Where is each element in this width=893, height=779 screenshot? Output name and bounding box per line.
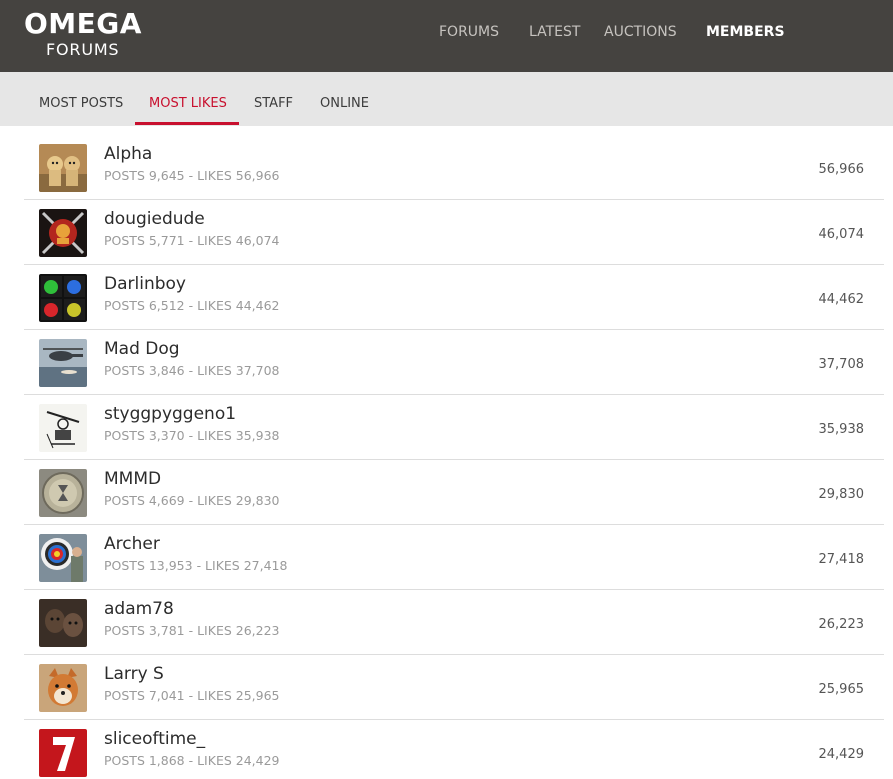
tab-online[interactable]: ONLINE bbox=[320, 95, 369, 113]
member-likes-count: 27,418 bbox=[818, 552, 865, 567]
member-row[interactable]: styggpyggeno1 POSTS 3,370 - LIKES 35,938… bbox=[24, 395, 884, 460]
members-tab-bar: MOST POSTS MOST LIKES STAFF ONLINE bbox=[0, 72, 893, 126]
member-name[interactable]: Archer bbox=[104, 533, 160, 555]
tab-most-likes[interactable]: MOST LIKES bbox=[149, 95, 227, 113]
member-stats: POSTS 3,370 - LIKES 35,938 bbox=[104, 428, 280, 443]
member-name[interactable]: sliceoftime_ bbox=[104, 728, 205, 750]
member-stats: POSTS 13,953 - LIKES 27,418 bbox=[104, 558, 288, 573]
member-stats: POSTS 5,771 - LIKES 46,074 bbox=[104, 233, 280, 248]
member-likes-count: 35,938 bbox=[818, 422, 865, 437]
member-stats: POSTS 9,645 - LIKES 56,966 bbox=[104, 168, 280, 183]
red-seven-avatar[interactable] bbox=[39, 729, 87, 777]
member-likes-count: 46,074 bbox=[818, 227, 865, 242]
member-likes-count: 56,966 bbox=[818, 162, 865, 177]
member-stats: POSTS 6,512 - LIKES 44,462 bbox=[104, 298, 280, 313]
member-likes-count: 24,429 bbox=[818, 747, 865, 762]
member-name[interactable]: Alpha bbox=[104, 143, 152, 165]
member-stats: POSTS 1,868 - LIKES 24,429 bbox=[104, 753, 280, 768]
helicopter-avatar[interactable] bbox=[39, 339, 87, 387]
member-name[interactable]: Mad Dog bbox=[104, 338, 180, 360]
member-row[interactable]: adam78 POSTS 3,781 - LIKES 26,223 26,223 bbox=[24, 590, 884, 655]
member-name[interactable]: Darlinboy bbox=[104, 273, 186, 295]
nav-auctions[interactable]: AUCTIONS bbox=[604, 22, 677, 42]
member-row[interactable]: Archer POSTS 13,953 - LIKES 27,418 27,41… bbox=[24, 525, 884, 590]
member-name[interactable]: dougiedude bbox=[104, 208, 205, 230]
member-name[interactable]: adam78 bbox=[104, 598, 174, 620]
member-likes-count: 37,708 bbox=[818, 357, 865, 372]
four-color-grid-avatar[interactable] bbox=[39, 274, 87, 322]
member-name[interactable]: styggpyggeno1 bbox=[104, 403, 236, 425]
top-header: OMEGA FORUMS FORUMS LATEST AUCTIONS MEMB… bbox=[0, 0, 893, 72]
sketch-avatar[interactable] bbox=[39, 404, 87, 452]
tab-most-posts[interactable]: MOST POSTS bbox=[39, 95, 123, 113]
member-stats: POSTS 7,041 - LIKES 25,965 bbox=[104, 688, 280, 703]
two-dogs-avatar[interactable] bbox=[39, 144, 87, 192]
member-row[interactable]: dougiedude POSTS 5,771 - LIKES 46,074 46… bbox=[24, 200, 884, 265]
member-stats: POSTS 3,781 - LIKES 26,223 bbox=[104, 623, 280, 638]
tab-staff[interactable]: STAFF bbox=[254, 95, 293, 113]
archery-target-avatar[interactable] bbox=[39, 534, 87, 582]
member-row[interactable]: Alpha POSTS 9,645 - LIKES 56,966 56,966 bbox=[24, 135, 884, 200]
shiba-avatar[interactable] bbox=[39, 664, 87, 712]
main-nav: FORUMS LATEST AUCTIONS MEMBERS bbox=[0, 0, 893, 72]
member-name[interactable]: Larry S bbox=[104, 663, 164, 685]
nav-forums[interactable]: FORUMS bbox=[439, 22, 499, 42]
dark-dogs-avatar[interactable] bbox=[39, 599, 87, 647]
member-row[interactable]: Darlinboy POSTS 6,512 - LIKES 44,462 44,… bbox=[24, 265, 884, 330]
member-row[interactable]: MMMD POSTS 4,669 - LIKES 29,830 29,830 bbox=[24, 460, 884, 525]
member-name[interactable]: MMMD bbox=[104, 468, 161, 490]
member-row[interactable]: Larry S POSTS 7,041 - LIKES 25,965 25,96… bbox=[24, 655, 884, 720]
member-stats: POSTS 4,669 - LIKES 29,830 bbox=[104, 493, 280, 508]
watch-dial-avatar[interactable] bbox=[39, 469, 87, 517]
member-likes-count: 29,830 bbox=[818, 487, 865, 502]
members-list: Alpha POSTS 9,645 - LIKES 56,966 56,966 … bbox=[24, 135, 884, 779]
nav-latest[interactable]: LATEST bbox=[529, 22, 580, 42]
emblem-avatar[interactable] bbox=[39, 209, 87, 257]
member-likes-count: 25,965 bbox=[818, 682, 865, 697]
member-row[interactable]: sliceoftime_ POSTS 1,868 - LIKES 24,429 … bbox=[24, 720, 884, 779]
nav-members[interactable]: MEMBERS bbox=[706, 22, 785, 42]
member-likes-count: 26,223 bbox=[818, 617, 865, 632]
active-tab-indicator bbox=[135, 122, 239, 125]
member-row[interactable]: Mad Dog POSTS 3,846 - LIKES 37,708 37,70… bbox=[24, 330, 884, 395]
member-likes-count: 44,462 bbox=[818, 292, 865, 307]
member-stats: POSTS 3,846 - LIKES 37,708 bbox=[104, 363, 280, 378]
